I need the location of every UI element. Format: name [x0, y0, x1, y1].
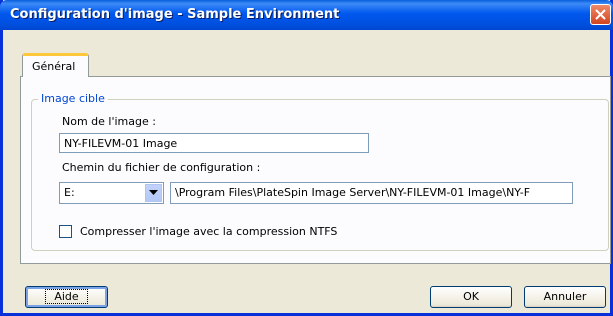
config-path-input[interactable]: \Program Files\PlateSpin Image Server\NY…	[170, 182, 573, 204]
drive-select-value: E:	[64, 186, 75, 199]
close-button[interactable]	[590, 4, 611, 25]
close-icon	[595, 9, 606, 20]
tab-general[interactable]: Général	[22, 53, 89, 77]
compress-checkbox[interactable]	[59, 225, 72, 238]
ok-button[interactable]: OK	[430, 286, 512, 308]
drive-dropdown-button[interactable]	[145, 184, 162, 202]
ok-button-label: OK	[463, 290, 479, 303]
chevron-down-icon	[149, 190, 158, 195]
tab-label: Général	[32, 60, 76, 73]
title-bar[interactable]: Configuration d'image - Sample Environme…	[0, 0, 613, 30]
image-name-label: Nom de l'image :	[62, 115, 156, 128]
help-button[interactable]: Aide	[25, 286, 108, 308]
cancel-button-label: Annuler	[543, 290, 587, 303]
window-title: Configuration d'image - Sample Environme…	[10, 7, 340, 22]
compress-checkbox-label[interactable]: Compresser l'image avec la compression N…	[80, 225, 337, 238]
group-legend: Image cible	[38, 92, 108, 105]
image-name-input[interactable]: NY-FILEVM-01 Image	[59, 133, 369, 153]
cancel-button[interactable]: Annuler	[524, 286, 606, 308]
help-button-label: Aide	[45, 289, 88, 304]
drive-select[interactable]: E:	[59, 182, 164, 204]
config-path-label: Chemin du fichier de configuration :	[62, 161, 261, 174]
